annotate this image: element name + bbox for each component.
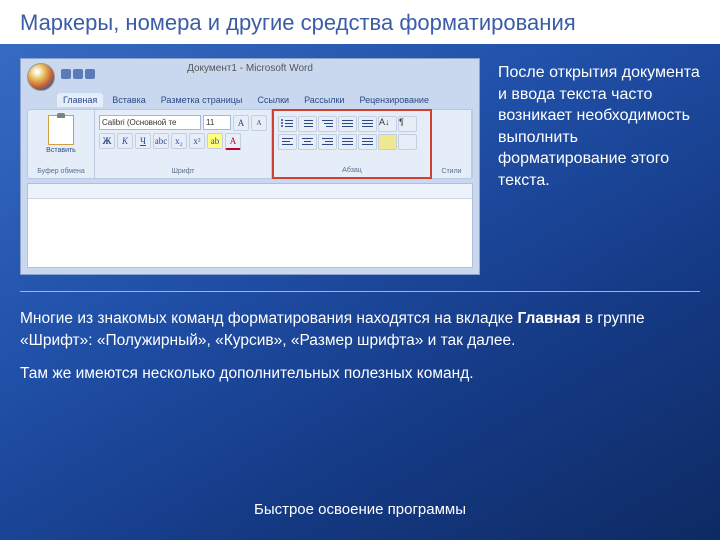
paste-label: Вставить <box>32 147 90 154</box>
highlight-button[interactable]: ab <box>207 133 223 149</box>
tab-home[interactable]: Главная <box>57 93 103 107</box>
superscript-button[interactable]: x² <box>189 133 205 149</box>
document-area[interactable] <box>27 183 473 268</box>
align-left-button[interactable] <box>278 134 297 150</box>
shrink-font-button[interactable]: A <box>251 115 267 131</box>
bullets-button[interactable] <box>278 116 297 132</box>
font-size-select[interactable]: 11 <box>203 115 231 130</box>
paragraph-group: A↓ ¶ Абзац <box>272 109 432 179</box>
borders-button[interactable] <box>398 134 417 150</box>
top-row: Документ1 - Microsoft Word Главная Встав… <box>0 44 720 281</box>
line-spacing-button[interactable] <box>358 134 377 150</box>
numbering-button[interactable] <box>298 116 317 132</box>
subscript-button[interactable]: x₂ <box>171 133 187 149</box>
ribbon: Вставить Буфер обмена Calibri (Основной … <box>27 109 473 179</box>
font-group: Calibri (Основной те 11 A A Ж К Ч abc x₂… <box>95 110 272 178</box>
ribbon-tabs: Главная Вставка Разметка страницы Ссылки… <box>57 93 435 107</box>
italic-button[interactable]: К <box>117 133 133 149</box>
show-marks-button[interactable]: ¶ <box>398 116 417 132</box>
footer-text: Быстрое освоение программы <box>0 501 720 518</box>
doc-name: Документ1 <box>187 63 237 74</box>
clipboard-group: Вставить Буфер обмена <box>28 110 95 178</box>
paragraph-1: Многие из знакомых команд форматирования… <box>0 302 720 357</box>
paragraph-2: Там же имеются несколько дополнительных … <box>0 357 720 391</box>
underline-button[interactable]: Ч <box>135 133 151 149</box>
shading-button[interactable] <box>378 134 397 150</box>
grow-font-button[interactable]: A <box>233 115 249 131</box>
sort-button[interactable]: A↓ <box>378 116 397 132</box>
tab-layout[interactable]: Разметка страницы <box>155 93 249 107</box>
justify-button[interactable] <box>338 134 357 150</box>
ruler <box>28 184 472 199</box>
slide-title: Маркеры, номера и другие средства формат… <box>0 0 720 44</box>
multilevel-button[interactable] <box>318 116 337 132</box>
tab-insert[interactable]: Вставка <box>106 93 151 107</box>
side-text: После открытия документа и ввода текста … <box>498 58 700 275</box>
font-name-select[interactable]: Calibri (Основной те <box>99 115 201 130</box>
increase-indent-button[interactable] <box>358 116 377 132</box>
font-color-button[interactable]: A <box>225 133 241 150</box>
word-screenshot: Документ1 - Microsoft Word Главная Встав… <box>20 58 480 275</box>
tab-review[interactable]: Рецензирование <box>353 93 435 107</box>
p1-a: Многие из знакомых команд форматирования… <box>20 310 518 327</box>
styles-group: Стили <box>432 110 472 178</box>
clipboard-icon[interactable] <box>48 115 74 145</box>
p1-b: Главная <box>518 310 581 327</box>
align-right-button[interactable] <box>318 134 337 150</box>
bold-button[interactable]: Ж <box>99 133 115 149</box>
strike-button[interactable]: abc <box>153 133 169 149</box>
app-name: Microsoft Word <box>246 63 313 74</box>
clipboard-group-label: Буфер обмена <box>32 168 90 175</box>
tab-references[interactable]: Ссылки <box>251 93 295 107</box>
slide: Маркеры, номера и другие средства формат… <box>0 0 720 540</box>
paragraph-group-label: Абзац <box>278 167 426 174</box>
window-title: Документ1 - Microsoft Word <box>21 63 479 74</box>
align-center-button[interactable] <box>298 134 317 150</box>
font-group-label: Шрифт <box>99 168 267 175</box>
separator <box>20 291 700 292</box>
decrease-indent-button[interactable] <box>338 116 357 132</box>
styles-group-label: Стили <box>436 168 467 175</box>
tab-mailings[interactable]: Рассылки <box>298 93 350 107</box>
